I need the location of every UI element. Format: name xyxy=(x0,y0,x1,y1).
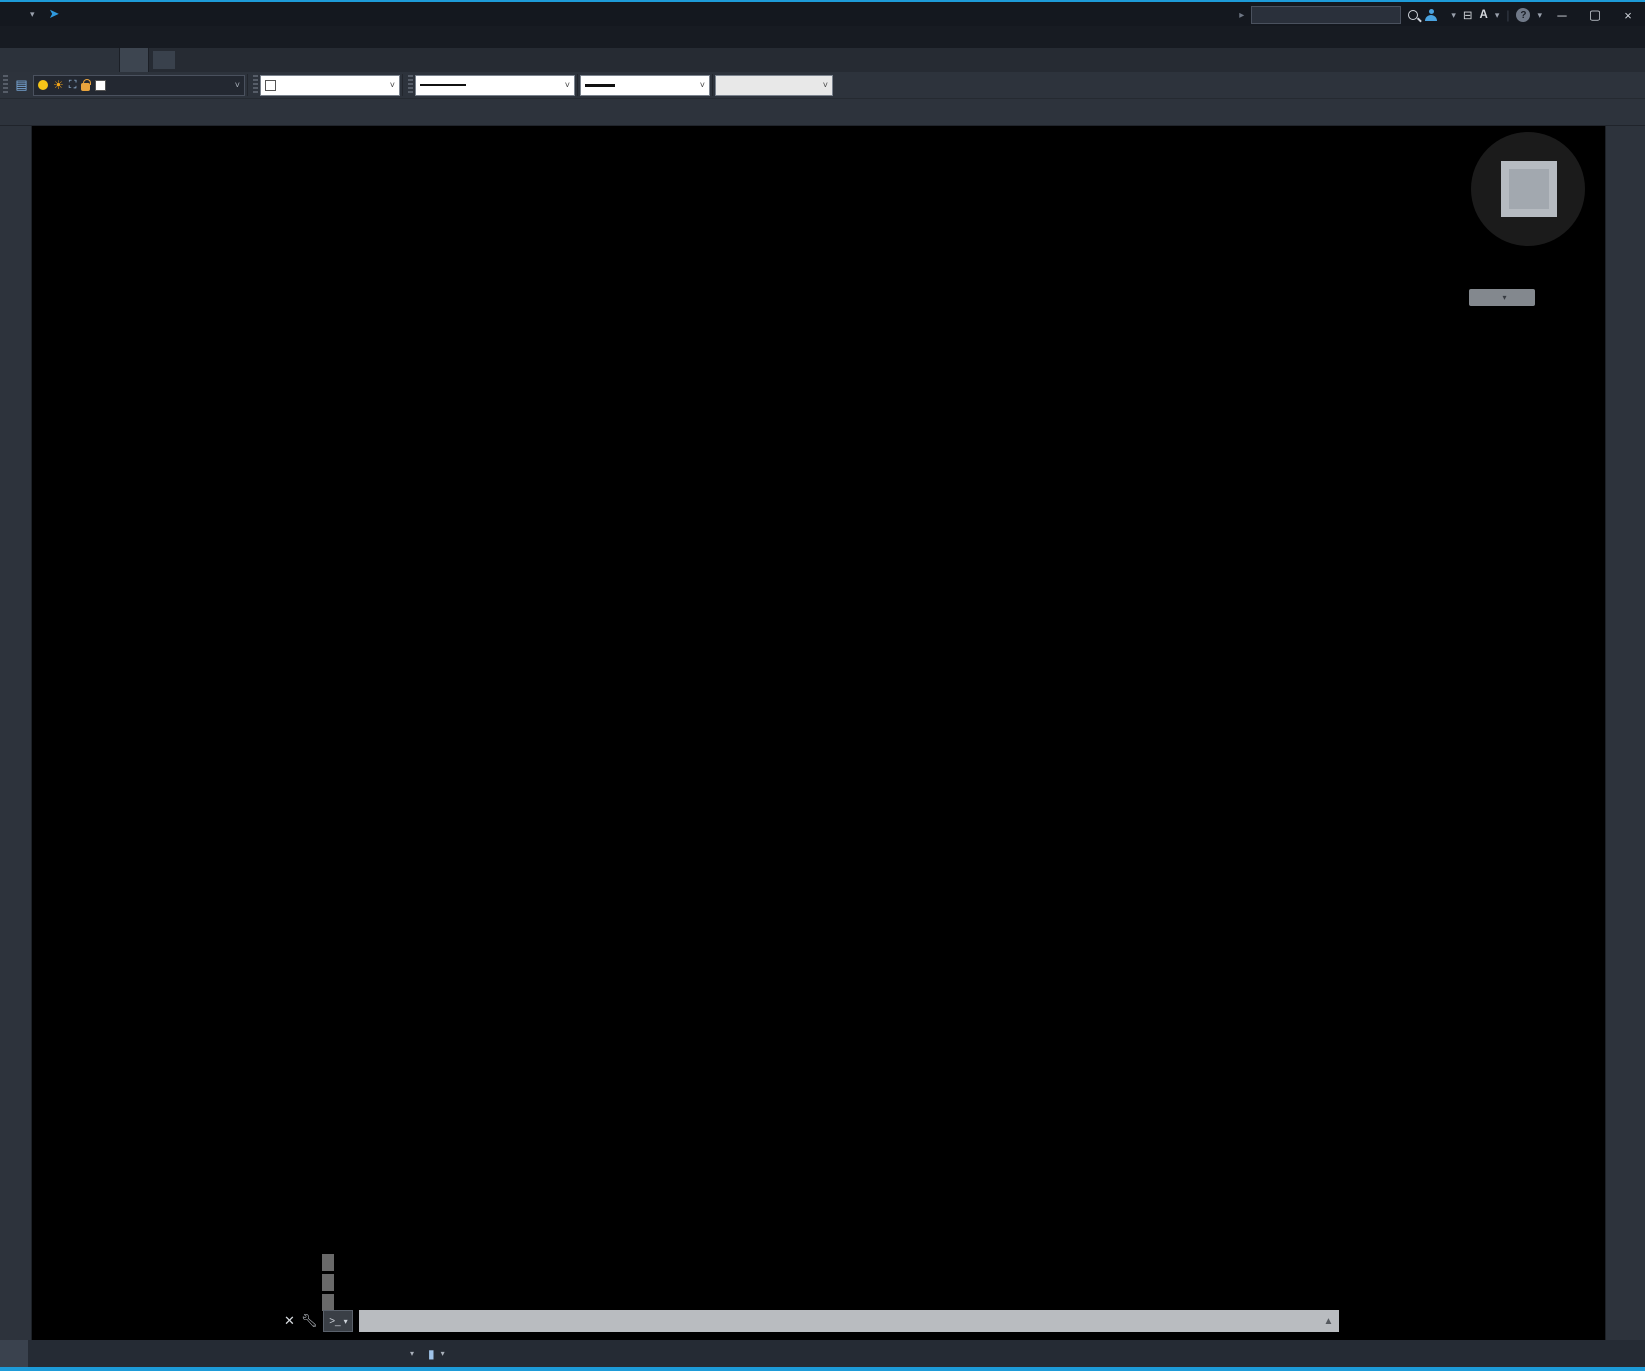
file-tab-row xyxy=(0,48,1645,72)
toolbar-grip[interactable] xyxy=(3,75,8,95)
layout-tab-model[interactable] xyxy=(0,1340,28,1367)
command-input[interactable] xyxy=(359,1310,1340,1332)
maximize-button[interactable]: ▢ xyxy=(1582,5,1608,25)
view-name-chevron: ▾ xyxy=(1502,293,1507,302)
menu-bar xyxy=(0,26,1645,48)
command-expand-icon[interactable]: ▲ xyxy=(1324,1316,1334,1327)
tab-document[interactable] xyxy=(120,48,149,72)
drawing-canvas[interactable]: ▾ ✕ 🔧︎ >_ ▾ ▲ xyxy=(32,126,1605,1340)
status-bar: ▾ ▮ ▾ xyxy=(0,1340,1645,1367)
color-swatch xyxy=(265,79,276,91)
layer-thaw-icon[interactable]: ☀ xyxy=(53,78,64,92)
command-history-line xyxy=(322,1274,334,1291)
command-input-wrap: ▲ xyxy=(359,1310,1340,1332)
command-customize-icon[interactable]: 🔧︎ xyxy=(301,1313,318,1329)
share-icon: ➤ xyxy=(48,6,60,21)
search-input[interactable] xyxy=(1251,6,1402,24)
draw-toolbar xyxy=(0,126,32,1340)
title-bar: ▾ ➤ ▸ ▾ ⊟ A ▾ | ? ▾ ─ ▢ × xyxy=(0,0,1645,26)
search-icon[interactable] xyxy=(1408,10,1419,20)
layer-combo[interactable]: ☀ ⛶ ˅ xyxy=(33,74,245,96)
new-tab-button[interactable] xyxy=(153,51,175,69)
layer-on-icon[interactable] xyxy=(38,80,48,90)
close-button[interactable]: × xyxy=(1615,5,1641,25)
units-button[interactable]: ▮ ▾ xyxy=(422,1342,451,1365)
window-bottom-accent xyxy=(0,1367,1645,1371)
titlebar-right: ▸ ▾ ⊟ A ▾ | ? ▾ ─ ▢ × xyxy=(1239,4,1641,26)
toolbar-standard: ▤ ☀ ⛶ ˅ ˅ ˅ ˅ ˅ xyxy=(0,72,1645,99)
logo-chevron-icon[interactable]: ▾ xyxy=(30,9,35,20)
linetype-combo-chevron[interactable]: ˅ xyxy=(565,80,570,90)
linetype-combo[interactable]: ˅ xyxy=(415,74,575,96)
color-combo[interactable]: ˅ xyxy=(260,74,400,96)
toolbar-dimension-modify xyxy=(0,99,1645,126)
color-combo-chevron[interactable]: ˅ xyxy=(390,80,395,90)
linetype-sample xyxy=(420,84,466,86)
plot-style-combo-chevron[interactable]: ˅ xyxy=(823,80,828,90)
layer-color-swatch xyxy=(95,79,107,91)
minimize-button[interactable]: ─ xyxy=(1549,5,1575,25)
autodesk-app-icon[interactable]: A xyxy=(1480,9,1488,21)
help-icon[interactable]: ? xyxy=(1516,8,1531,22)
tab-start[interactable] xyxy=(0,48,120,72)
toolbar-grip[interactable] xyxy=(253,75,258,95)
layer-unlock-icon[interactable] xyxy=(81,79,91,91)
annotation-scale-button[interactable]: ▾ xyxy=(401,1342,420,1365)
command-history-line xyxy=(322,1254,334,1271)
cad-drawing[interactable] xyxy=(32,126,1605,1340)
share-button[interactable]: ➤ xyxy=(49,6,64,22)
view-name-control[interactable]: ▾ xyxy=(1469,289,1535,306)
autocad-window: ▾ ➤ ▸ ▾ ⊟ A ▾ | ? ▾ ─ ▢ × ▤ ☀ ⛶ ˅ ˅ ˅ ˅ … xyxy=(0,0,1645,1371)
layer-vpfreeze-icon[interactable]: ⛶ xyxy=(69,79,77,92)
lineweight-sample xyxy=(585,83,615,87)
modify-toolbar xyxy=(1605,126,1645,1340)
expand-search-icon[interactable]: ▸ xyxy=(1239,10,1244,21)
model-space-button[interactable] xyxy=(387,1342,399,1365)
account-icon[interactable] xyxy=(1425,9,1438,21)
command-recent-icon[interactable]: >_ ▾ xyxy=(323,1310,354,1332)
account-chevron-icon[interactable]: ▾ xyxy=(1451,10,1456,21)
command-bar: ✕ 🔧︎ >_ ▾ ▲ xyxy=(284,1308,1340,1334)
app-store-icon[interactable]: ⊟ xyxy=(1463,8,1473,22)
toolbar-grip[interactable] xyxy=(408,75,413,95)
help-chevron-icon[interactable]: ▾ xyxy=(1537,10,1542,21)
layer-combo-chevron[interactable]: ˅ xyxy=(235,80,240,90)
layout-tab-layout1[interactable] xyxy=(28,1340,56,1367)
apps-chevron-icon[interactable]: ▾ xyxy=(1495,10,1500,21)
layer-properties-icon[interactable]: ▤ xyxy=(10,74,33,97)
lineweight-combo[interactable]: ˅ xyxy=(580,74,710,96)
plot-style-combo[interactable]: ˅ xyxy=(715,74,833,96)
command-close-icon[interactable]: ✕ xyxy=(284,1313,295,1329)
lineweight-combo-chevron[interactable]: ˅ xyxy=(700,80,705,90)
